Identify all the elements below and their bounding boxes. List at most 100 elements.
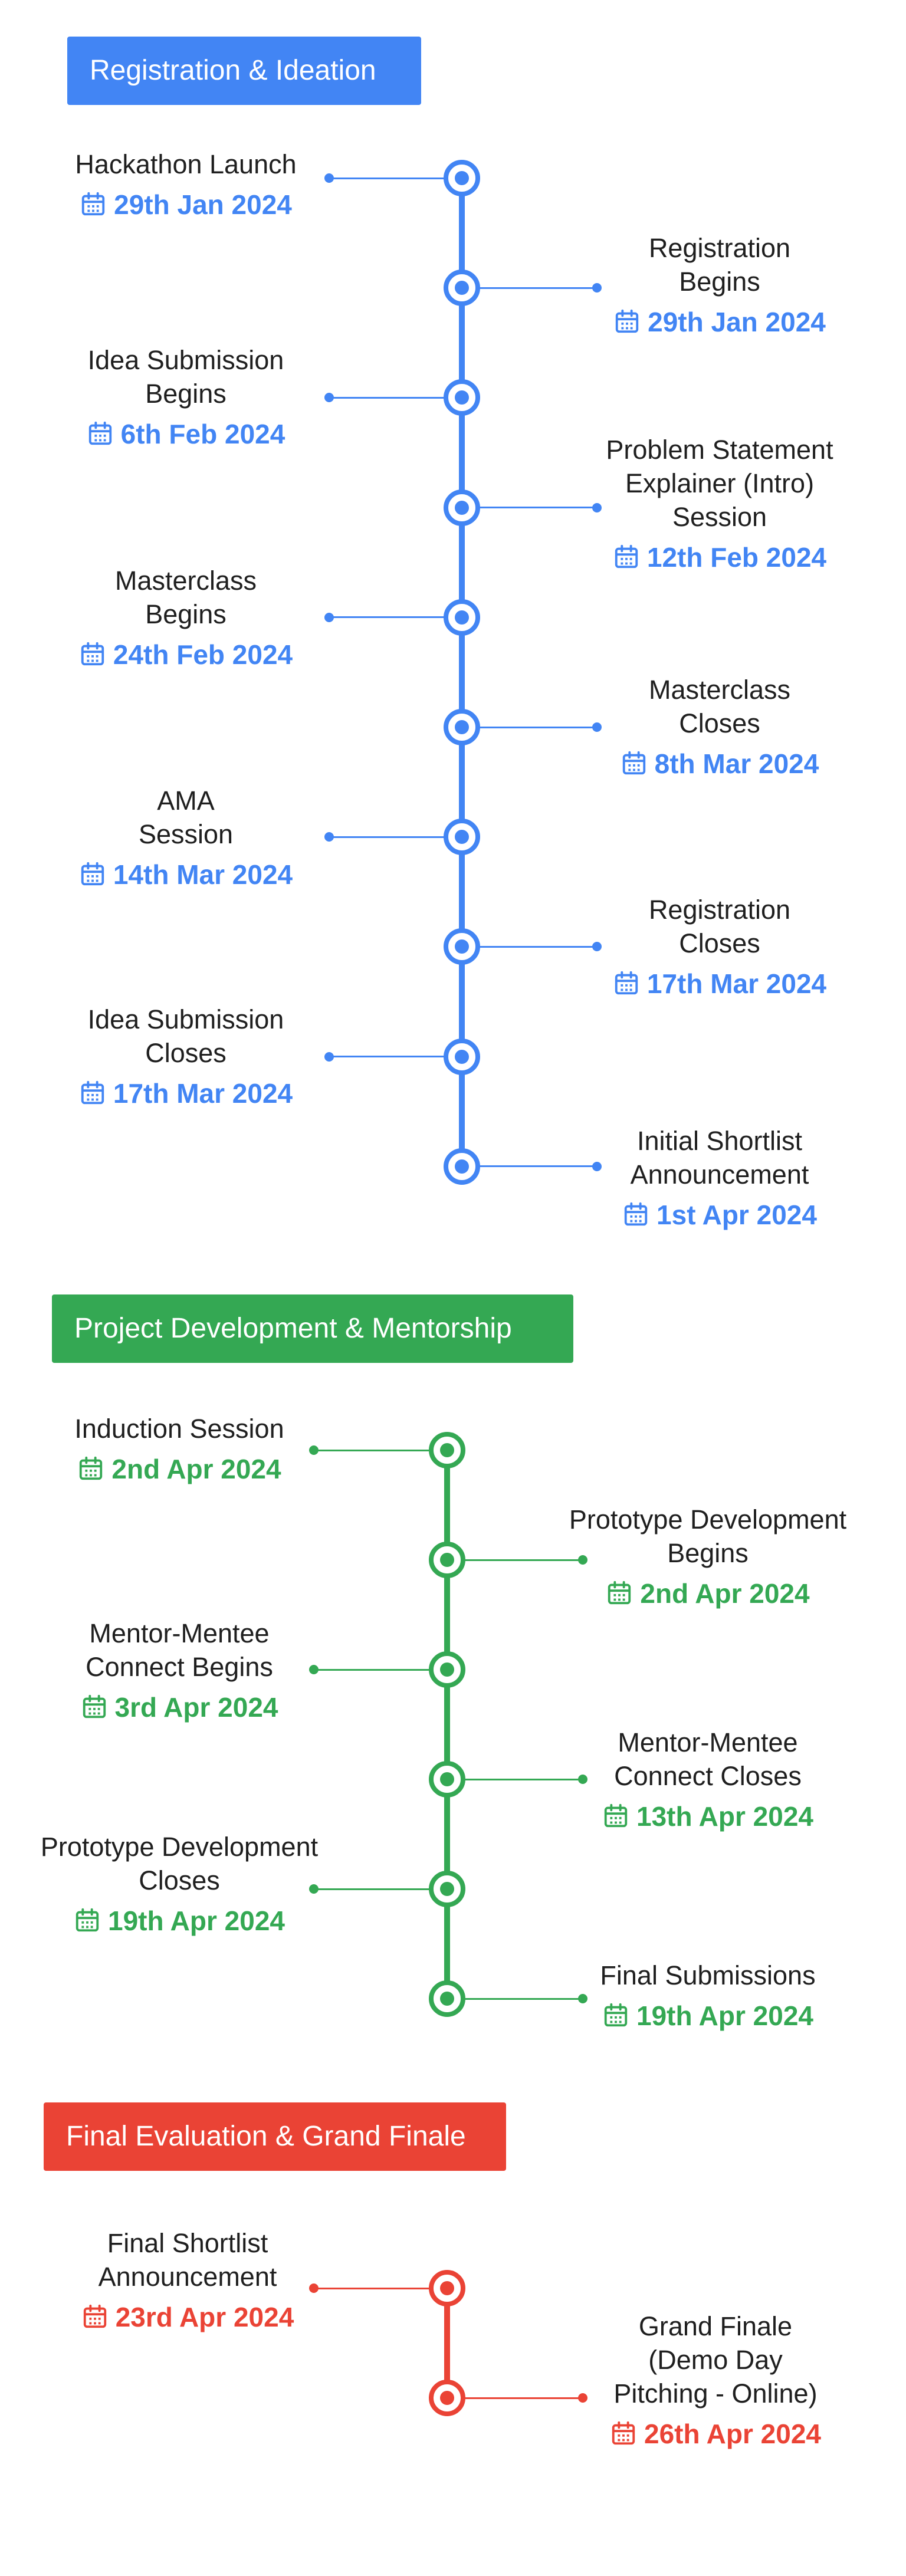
- event-title: Hackathon Launch: [75, 149, 297, 179]
- timeline-event: Idea Submission Begins 6th Feb 2024: [21, 343, 351, 451]
- event-title: Registration Begins: [648, 233, 791, 297]
- timeline-event: Final Shortlist Announcement 23rd Apr 2024: [22, 2226, 353, 2334]
- event-title: AMA Session: [138, 786, 234, 849]
- event-date: 29th Jan 2024: [21, 188, 351, 221]
- calendar-icon: [612, 2421, 635, 2445]
- section-header-registration-ideation: Registration & Ideation: [67, 37, 421, 105]
- timeline-node-icon: [429, 1980, 465, 2017]
- timeline-line: [459, 178, 465, 1179]
- event-date-text: 6th Feb 2024: [120, 419, 285, 449]
- event-date: 3rd Apr 2024: [14, 1691, 344, 1724]
- event-date-text: 17th Mar 2024: [646, 968, 827, 999]
- event-title: Idea Submission Begins: [87, 345, 284, 409]
- timeline-node-center-dot: [455, 720, 469, 734]
- timeline-node-center-dot: [440, 1882, 454, 1896]
- timeline-event: Final Submissions 19th Apr 2024: [543, 1959, 873, 2032]
- timeline-event: Mentor-Mentee Connect Closes 13th Apr 2024: [543, 1726, 873, 1833]
- calendar-icon: [81, 192, 105, 216]
- event-date-text: 29th Jan 2024: [114, 189, 292, 220]
- event-title: Final Shortlist Announcement: [98, 2228, 277, 2292]
- calendar-icon: [615, 971, 638, 995]
- timeline-node-center-dot: [455, 610, 469, 625]
- timeline-node-icon: [429, 2380, 465, 2416]
- timeline-node-center-dot: [440, 1662, 454, 1677]
- timeline-node-center-dot: [440, 1443, 454, 1457]
- event-date: 2nd Apr 2024: [543, 1577, 873, 1610]
- timeline-node-center-dot: [440, 1553, 454, 1567]
- timeline-event: Problem Statement Explainer (Intro) Sessio…: [554, 433, 885, 574]
- event-title: Masterclass Closes: [648, 675, 791, 738]
- event-date-text: 14th Mar 2024: [113, 859, 293, 890]
- event-date-text: 17th Mar 2024: [113, 1078, 293, 1109]
- timeline-node-center-dot: [455, 1159, 469, 1174]
- calendar-icon: [604, 2003, 628, 2027]
- event-date-text: 2nd Apr 2024: [111, 1454, 281, 1484]
- event-date: 8th Mar 2024: [554, 747, 885, 780]
- timeline-node-icon: [444, 928, 480, 965]
- event-date: 12th Feb 2024: [554, 541, 885, 574]
- event-date: 24th Feb 2024: [21, 638, 351, 671]
- event-date: 23rd Apr 2024: [22, 2301, 353, 2334]
- event-date-text: 3rd Apr 2024: [114, 1692, 278, 1723]
- timeline-node-icon: [429, 2270, 465, 2306]
- event-title: Prototype Development Begins: [569, 1504, 847, 1568]
- timeline-node-icon: [444, 160, 480, 196]
- timeline-node-icon: [444, 270, 480, 307]
- event-title: Induction Session: [74, 1414, 284, 1444]
- event-date-text: 12th Feb 2024: [646, 542, 827, 573]
- event-title: Initial Shortlist Announcement: [630, 1126, 809, 1190]
- calendar-icon: [83, 1694, 106, 1719]
- calendar-icon: [608, 1581, 631, 1605]
- timeline-node-center-dot: [455, 830, 469, 845]
- timeline-node-center-dot: [440, 2391, 454, 2405]
- event-title: Registration Closes: [648, 895, 791, 958]
- calendar-icon: [80, 1456, 103, 1480]
- timeline-node-center-dot: [455, 939, 469, 954]
- timeline-line: [444, 1450, 450, 1999]
- timeline-event: Registration Closes 17th Mar 2024: [554, 893, 885, 1000]
- timeline-node-icon: [444, 1038, 480, 1075]
- section-header-project-development-mentorship: Project Development & Mentorship: [52, 1294, 573, 1363]
- timeline-event: Idea Submission Closes 17th Mar 2024: [21, 1003, 351, 1110]
- timeline-node-icon: [444, 709, 480, 745]
- timeline-node-center-dot: [455, 500, 469, 515]
- event-date: 17th Mar 2024: [554, 967, 885, 1000]
- calendar-icon: [88, 421, 111, 445]
- calendar-icon: [624, 1202, 648, 1226]
- event-title: Problem Statement Explainer (Intro) Sessio…: [606, 435, 833, 532]
- event-date: 17th Mar 2024: [21, 1077, 351, 1110]
- timeline-event: Initial Shortlist Announcement 1st Apr 202…: [554, 1124, 885, 1231]
- calendar-icon: [76, 1908, 99, 1932]
- timeline-event: Masterclass Closes 8th Mar 2024: [554, 673, 885, 780]
- event-date-text: 19th Apr 2024: [108, 1905, 285, 1936]
- timeline-event: Mentor-Mentee Connect Begins 3rd Apr 2024: [14, 1616, 344, 1724]
- timeline-node-icon: [429, 1761, 465, 1798]
- timeline-event: AMA Session 14th Mar 2024: [21, 784, 351, 891]
- timeline-node-icon: [429, 1432, 465, 1468]
- calendar-icon: [81, 862, 104, 886]
- calendar-icon: [81, 642, 104, 666]
- event-date: 1st Apr 2024: [554, 1198, 885, 1231]
- event-date-text: 24th Feb 2024: [113, 639, 293, 670]
- event-date: 19th Apr 2024: [14, 1904, 344, 1937]
- event-date-text: 13th Apr 2024: [636, 1801, 813, 1832]
- event-date-text: 26th Apr 2024: [644, 2419, 821, 2449]
- timeline-node-center-dot: [440, 1992, 454, 2006]
- event-date-text: 29th Jan 2024: [648, 307, 826, 337]
- timeline-node-icon: [429, 1542, 465, 1578]
- section-header-final-evaluation-grand-finale: Final Evaluation & Grand Finale: [44, 2102, 506, 2171]
- timeline-node-center-dot: [455, 171, 469, 185]
- event-date-text: 19th Apr 2024: [636, 2000, 813, 2031]
- timeline-event: Grand Finale (Demo Day Pitching - Online) 2…: [550, 2309, 881, 2450]
- event-date-text: 8th Mar 2024: [654, 748, 819, 779]
- event-date-text: 23rd Apr 2024: [115, 2302, 294, 2332]
- timeline-node-icon: [444, 819, 480, 856]
- timeline-node-center-dot: [455, 281, 469, 295]
- calendar-icon: [604, 1803, 628, 1828]
- event-title: Idea Submission Closes: [87, 1004, 284, 1068]
- event-title: Grand Finale (Demo Day Pitching - Online): [613, 2311, 818, 2409]
- event-title: Final Submissions: [600, 1960, 816, 1990]
- timeline-node-icon: [444, 489, 480, 526]
- event-date: 6th Feb 2024: [21, 418, 351, 451]
- timeline-node-center-dot: [455, 1049, 469, 1064]
